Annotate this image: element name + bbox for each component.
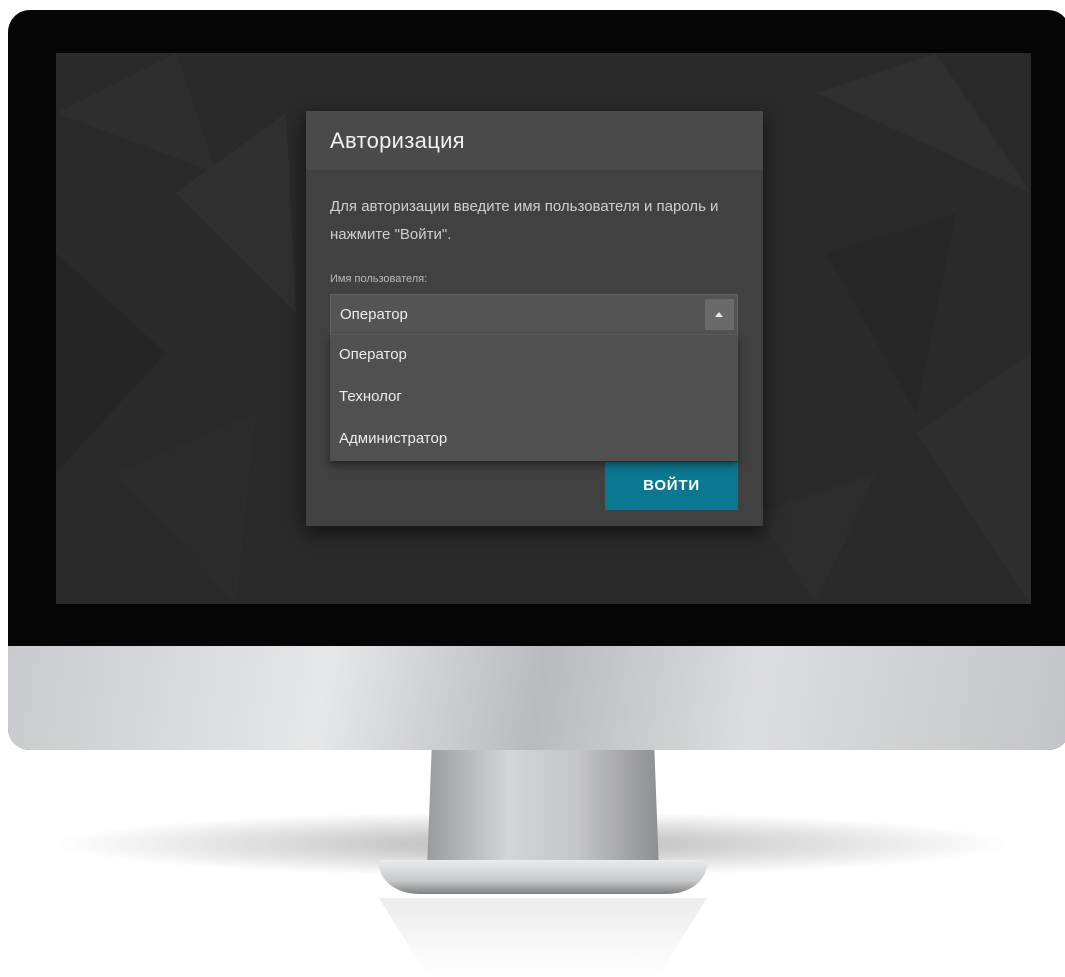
username-select[interactable]: Оператор (330, 294, 738, 335)
username-dropdown-list: Оператор Технолог Администратор (330, 335, 738, 461)
login-button[interactable]: ВОЙТИ (605, 462, 738, 510)
monitor-stand-base (379, 860, 707, 894)
dropdown-option-label: Оператор (339, 346, 407, 363)
dialog-header: Авторизация (306, 111, 763, 170)
app-screen: Авторизация Для авторизации введите имя … (56, 53, 1031, 604)
dropdown-option-label: Технолог (339, 388, 402, 405)
username-select-value: Оператор (340, 306, 408, 323)
dialog-description: Для авторизации введите имя пользователя… (330, 198, 719, 243)
dropdown-option-administrator[interactable]: Администратор (330, 419, 738, 461)
dropdown-option-label: Администратор (339, 430, 448, 447)
monitor-bezel: Авторизация Для авторизации введите имя … (8, 10, 1065, 750)
caret-up-icon (715, 312, 723, 317)
monitor-stand-neck (427, 750, 659, 870)
select-toggle-button[interactable] (705, 299, 734, 330)
login-dialog: Авторизация Для авторизации введите имя … (306, 111, 763, 526)
product-mockup: Авторизация Для авторизации введите имя … (0, 0, 1065, 977)
dropdown-option-technologist[interactable]: Технолог (330, 377, 738, 419)
username-label: Имя пользователя: (330, 273, 428, 285)
monitor-chin (8, 646, 1065, 750)
stand-reflection (379, 898, 707, 977)
dialog-title: Авторизация (330, 128, 465, 153)
dropdown-option-operator[interactable]: Оператор (330, 335, 738, 377)
